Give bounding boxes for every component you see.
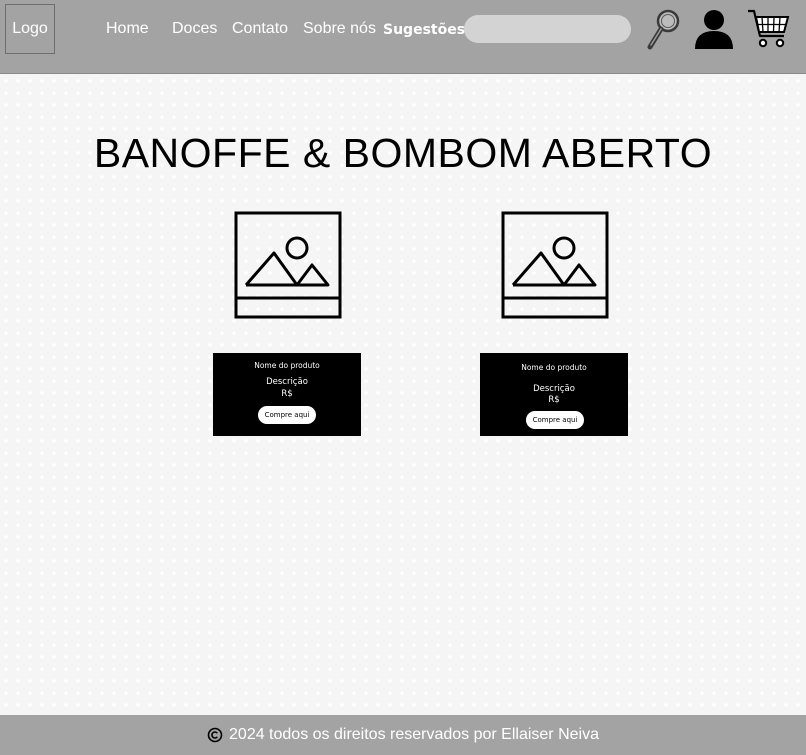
- search-icon[interactable]: [646, 8, 682, 50]
- page-title: BANOFFE & BOMBOM ABERTO: [93, 130, 713, 176]
- product-name: Nome do produto: [254, 361, 320, 370]
- main-content: BANOFFE & BOMBOM ABERTO Nome do produto …: [0, 75, 806, 715]
- site-header: Logo Home Doces Contato Sobre nós Sugest…: [0, 0, 806, 74]
- nav-doces[interactable]: Doces: [172, 20, 217, 38]
- cart-icon[interactable]: [746, 8, 790, 50]
- product-description: Descrição: [266, 377, 308, 387]
- nav-sobre[interactable]: Sobre nós: [303, 20, 376, 38]
- image-placeholder-icon: [501, 211, 609, 319]
- nav-contato[interactable]: Contato: [232, 20, 288, 38]
- logo[interactable]: Logo: [5, 4, 55, 54]
- product-card: Nome do produto Descrição R$ Compre aqui: [480, 353, 628, 436]
- copyright-icon: [207, 727, 223, 743]
- product-name: Nome do produto: [521, 363, 587, 372]
- user-icon[interactable]: [693, 8, 735, 50]
- search-input[interactable]: [464, 15, 631, 43]
- site-footer: 2024 todos os direitos reservados por El…: [0, 715, 806, 755]
- product-card: Nome do produto Descrição R$ Compre aqui: [213, 353, 361, 436]
- footer-text: 2024 todos os direitos reservados por El…: [229, 726, 599, 743]
- buy-button[interactable]: Compre aqui: [258, 406, 316, 424]
- buy-button[interactable]: Compre aqui: [526, 411, 584, 429]
- product-price: R$: [281, 389, 293, 399]
- product-description: Descrição: [533, 384, 575, 394]
- product-price: R$: [548, 395, 560, 405]
- image-placeholder-icon: [234, 211, 342, 319]
- nav-sugestoes[interactable]: Sugestões: [383, 22, 465, 38]
- nav-home[interactable]: Home: [106, 20, 149, 38]
